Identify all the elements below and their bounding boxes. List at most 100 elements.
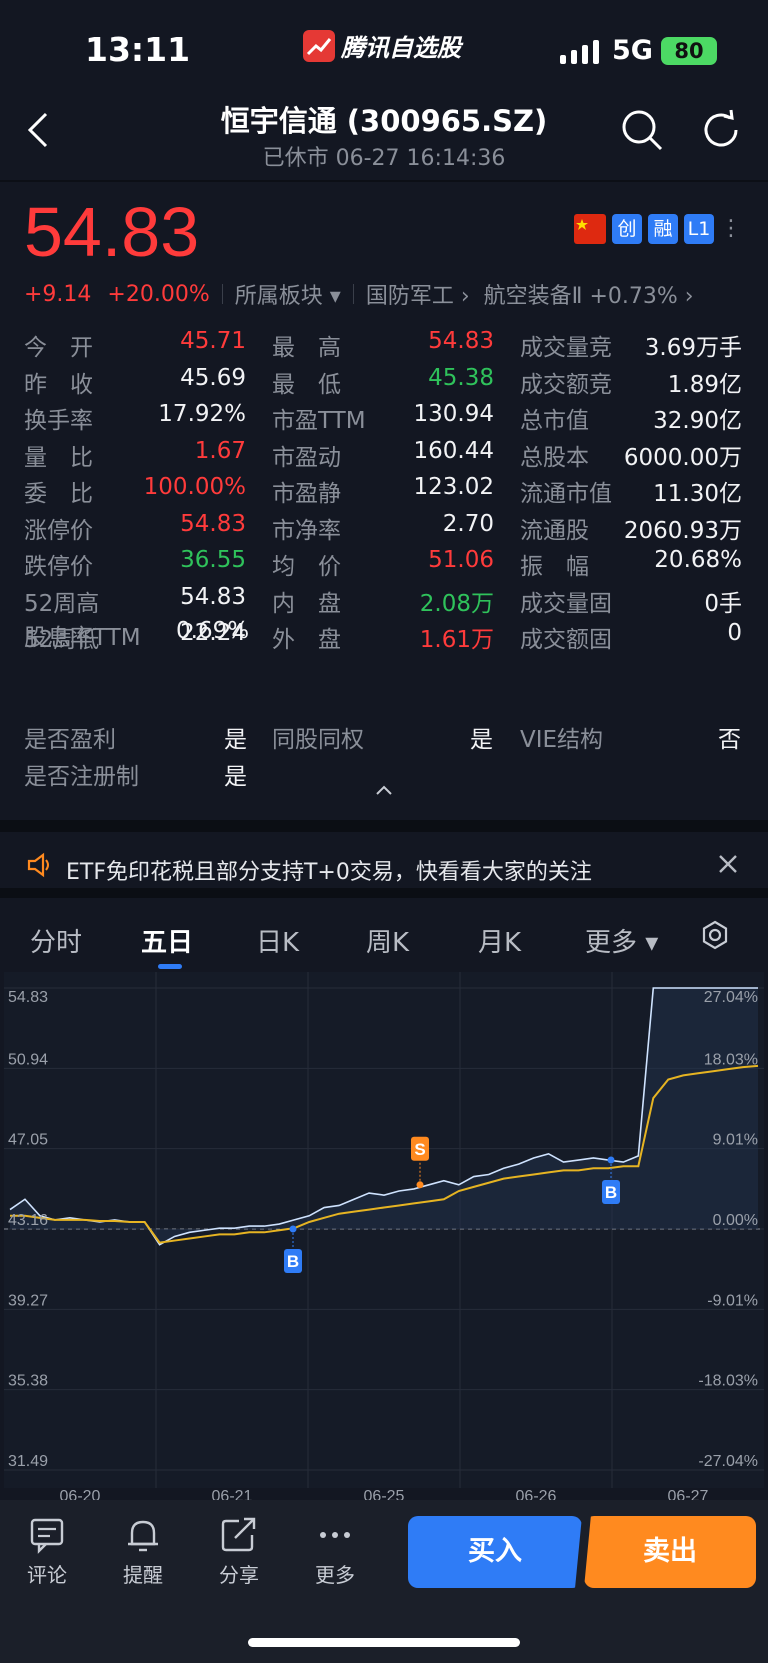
badge-level1[interactable]: L1: [684, 214, 714, 244]
stat-label: 跌停价: [24, 554, 93, 580]
dividend-label: 股息率TTM: [24, 625, 141, 651]
app-logo-icon: [303, 29, 335, 62]
stat-label: 总股本: [520, 444, 589, 471]
tab-five-day[interactable]: 五日: [141, 922, 193, 959]
divider: [0, 180, 768, 182]
price-change-pct: +20.00%: [107, 281, 210, 307]
flag-value-registration: 是: [224, 764, 247, 790]
refresh-button[interactable]: [700, 108, 744, 152]
stat-label: 最 低: [272, 371, 341, 398]
flag-value-vie: 否: [718, 727, 741, 753]
stat-label: 市净率: [272, 517, 341, 544]
share-button[interactable]: 分享: [209, 1516, 269, 1588]
chevron-up-icon: [376, 785, 392, 795]
share-label: 分享: [219, 1563, 259, 1587]
y-axis-label-left: 50.94: [8, 1051, 48, 1068]
price-change: +9.14: [24, 281, 92, 307]
stat-value: 100.00%: [143, 474, 246, 500]
refresh-icon: [704, 109, 738, 147]
y-axis-label-right: 0.00%: [713, 1212, 758, 1229]
collapse-button[interactable]: [374, 782, 394, 801]
stat-label: 最 高: [272, 335, 341, 361]
flag-label-profit: 是否盈利: [24, 727, 116, 753]
sector-link-1[interactable]: 国防军工 ›: [366, 278, 470, 310]
stat-label: 外 盘: [272, 627, 341, 653]
stat-value: 0: [727, 620, 742, 646]
search-button[interactable]: [620, 108, 664, 152]
tab-underline: [158, 964, 182, 969]
trade-marker-label: B: [287, 1252, 299, 1271]
stat-label: 52周高: [24, 590, 100, 617]
stat-value: 1.61万: [419, 627, 494, 653]
alert-label: 提醒: [123, 1563, 163, 1587]
stat-label: 市盈动: [272, 444, 341, 471]
clock: 13:11: [85, 30, 191, 69]
stat-value: 1.67: [194, 437, 246, 464]
five-day-chart[interactable]: B S B 54.83 27.04% 50.94 18.03% 47.05 9.01% 43.16…: [0, 972, 768, 1505]
more-button[interactable]: 更多: [305, 1516, 365, 1588]
sell-button[interactable]: 卖出: [584, 1516, 756, 1588]
y-axis-label-left: 31.49: [8, 1453, 48, 1470]
chart-settings-button[interactable]: [700, 920, 730, 954]
tab-weekly-k[interactable]: 周K: [366, 922, 409, 959]
stat-value: 160.44: [413, 437, 494, 464]
stat-value: 54.83: [428, 328, 494, 354]
chart-canvas[interactable]: B S B 54.83 27.04% 50.94 18.03% 47.05 9.01% 43.16…: [0, 972, 768, 1505]
alert-button[interactable]: 提醒: [113, 1516, 173, 1588]
notice-text: ETF免印花税且部分支持T+0交易，快看看大家的关注: [66, 860, 592, 885]
stat-label: 换手率: [24, 408, 93, 434]
y-axis-label-left: 35.38: [8, 1373, 48, 1390]
tab-more[interactable]: 更多 ▾: [585, 922, 658, 959]
network-type: 5G: [612, 35, 653, 66]
bottom-action-bar: 评论 提醒 分享 更多 买入 卖出: [0, 1500, 768, 1663]
close-button[interactable]: [716, 852, 740, 880]
status-bar: 13:11 腾讯自选股 5G 80: [0, 0, 768, 96]
stat-value: 130.94: [413, 401, 494, 427]
badge-chinext[interactable]: 创: [612, 214, 642, 244]
battery-indicator: 80: [661, 37, 717, 65]
stat-value: 123.02: [413, 474, 494, 500]
comment-button[interactable]: 评论: [17, 1516, 77, 1588]
badge-margin[interactable]: 融: [648, 214, 678, 244]
more-dots-icon: [320, 1532, 350, 1538]
sector-dropdown[interactable]: 所属板块 ▾: [235, 278, 341, 310]
china-flag-icon: [574, 214, 606, 244]
more-vertical-icon[interactable]: ⋮: [720, 214, 742, 244]
search-icon: [622, 110, 663, 151]
tab-monthly-k[interactable]: 月K: [478, 922, 521, 959]
share-icon: [221, 1517, 256, 1552]
page-header: 恒宇信通 (300965.SZ) 已休市 06-27 16:14:36: [0, 96, 768, 178]
notice-banner[interactable]: ETF免印花税且部分支持T+0交易，快看看大家的关注: [0, 820, 768, 888]
flag-value-profit: 是: [224, 727, 247, 753]
trade-marker-label: S: [414, 1140, 425, 1159]
close-icon: [719, 855, 737, 873]
tab-daily-k[interactable]: 日K: [256, 922, 299, 959]
speaker-icon: [26, 852, 52, 882]
flag-label-registration: 是否注册制: [24, 764, 139, 790]
stat-value: 6000.00万: [623, 444, 742, 471]
sector-link-2[interactable]: 航空装备Ⅱ +0.73% ›: [484, 278, 694, 310]
stat-value: 32.90亿: [653, 408, 742, 434]
change-row: +9.14 +20.00% 所属板块 ▾ 国防军工 › 航空装备Ⅱ +0.73%…: [24, 278, 694, 310]
comment-label: 评论: [27, 1563, 67, 1587]
stat-label: 量 比: [24, 444, 93, 471]
stat-label: 成交额固: [520, 627, 612, 653]
stat-label: 内 盘: [272, 590, 341, 617]
stat-value: 45.71: [180, 328, 246, 354]
home-indicator[interactable]: [248, 1638, 520, 1647]
more-label: 更多: [315, 1563, 355, 1587]
flag-label-equal-rights: 同股同权: [272, 727, 364, 753]
stat-value: 51.06: [428, 547, 494, 573]
stat-value: 11.30亿: [653, 481, 742, 507]
y-axis-label-right: -18.03%: [698, 1373, 758, 1390]
stat-value: 2060.93万: [623, 517, 742, 544]
y-axis-label-right: 18.03%: [704, 1051, 758, 1068]
stat-value: 45.69: [180, 364, 246, 391]
stat-label: 流通股: [520, 517, 589, 544]
tab-intraday[interactable]: 分时: [30, 922, 82, 959]
stat-value: 2.08万: [419, 590, 494, 617]
chart-tabs: 分时 五日 日K 周K 月K 更多 ▾: [0, 900, 768, 972]
buy-button[interactable]: 买入: [408, 1516, 582, 1588]
dividend-value: 0.69%: [176, 618, 250, 644]
flag-label-vie: VIE结构: [520, 727, 604, 753]
